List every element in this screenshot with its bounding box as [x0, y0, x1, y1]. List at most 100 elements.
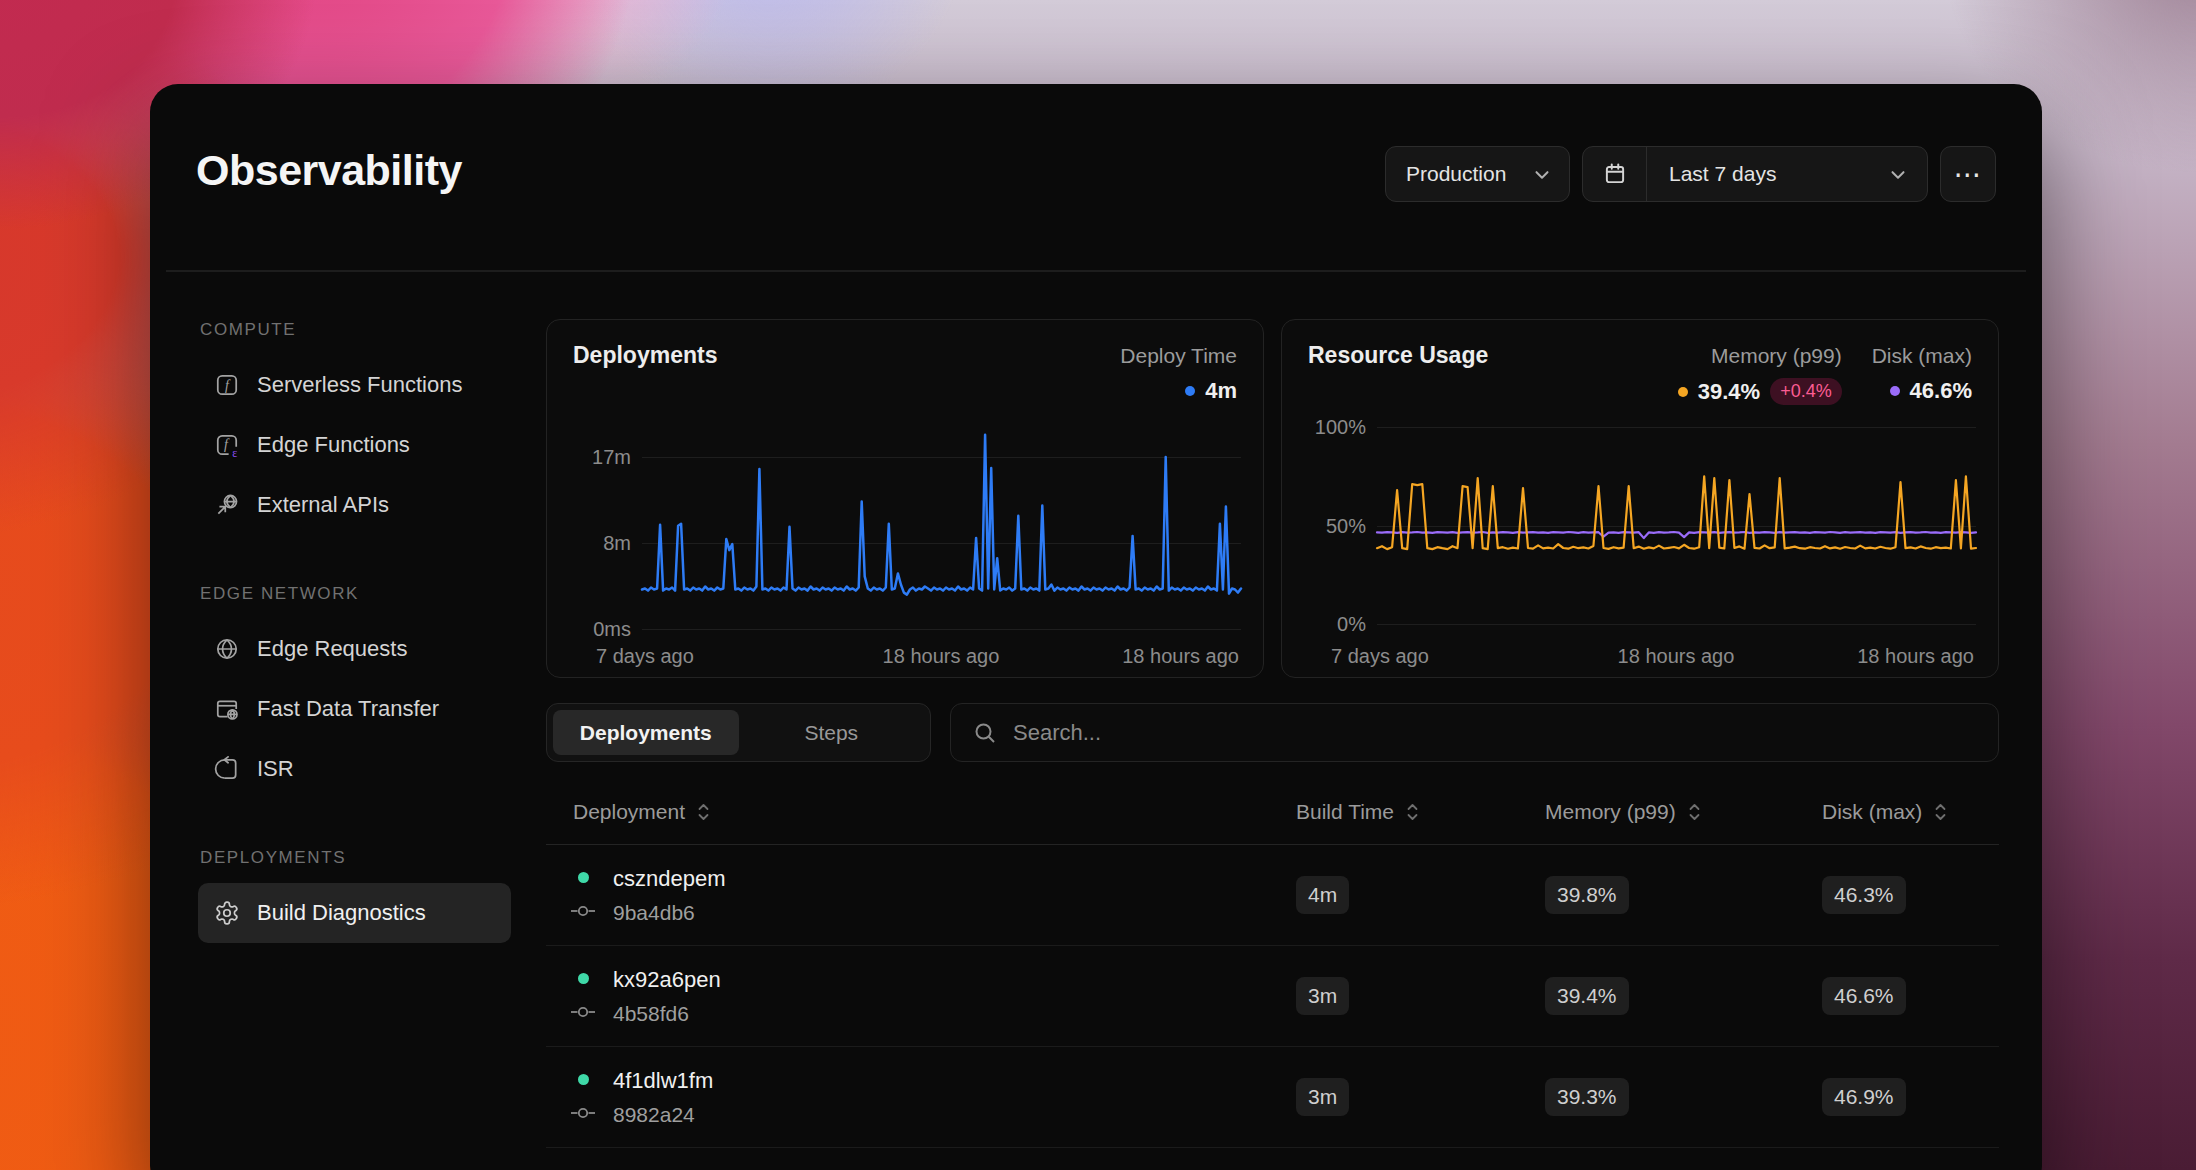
- commit-hash: 4b58fd6: [613, 1002, 689, 1026]
- table-row[interactable]: kx92a6pen 4b58fd6 3m 39.4% 46.6%: [546, 946, 1999, 1047]
- memory-chip: 39.4%: [1545, 977, 1629, 1015]
- column-header-build-time[interactable]: Build Time: [1296, 800, 1419, 824]
- calendar-button[interactable]: [1583, 147, 1647, 201]
- environment-label: Production: [1406, 162, 1506, 186]
- deployments-table: Deployment Build Time Memory (p99) Disk …: [546, 779, 1999, 1148]
- sidebar-item-isr[interactable]: ISR: [198, 739, 511, 799]
- external-apis-icon: [214, 492, 240, 518]
- legend-label-disk: Disk (max): [1872, 344, 1972, 368]
- deployments-chart-card: Deployments Deploy Time 4m 17m 8m 0ms 7 …: [546, 319, 1264, 678]
- x-tick: 7 days ago: [596, 645, 694, 668]
- deploy-time-dot: [1185, 386, 1195, 396]
- chevron-down-icon: [1887, 163, 1909, 185]
- sidebar-item-external-apis[interactable]: External APIs: [198, 475, 511, 535]
- column-header-disk[interactable]: Disk (max): [1822, 800, 1947, 824]
- memory-dot: [1678, 387, 1688, 397]
- legend-value: 4m: [1205, 378, 1237, 404]
- header-divider: [166, 270, 2026, 272]
- y-tick: 17m: [561, 446, 631, 469]
- serverless-functions-icon: f: [214, 372, 240, 398]
- search-icon: [973, 721, 997, 745]
- y-tick: 8m: [561, 532, 631, 555]
- svg-text:ε: ε: [232, 446, 237, 458]
- resource-usage-line-chart: [1377, 427, 1976, 624]
- memory-chip: 39.8%: [1545, 876, 1629, 914]
- sidebar-item-build-diagnostics[interactable]: Build Diagnostics: [198, 883, 511, 943]
- observability-panel: Observability Production Last 7 days ⋯ C…: [150, 84, 2042, 1170]
- resource-usage-chart-card: Resource Usage Memory (p99) 39.4% +0.4% D…: [1281, 319, 1999, 678]
- table-header: Deployment Build Time Memory (p99) Disk …: [546, 779, 1999, 845]
- build-time-chip: 3m: [1296, 1078, 1349, 1116]
- commit-hash: 8982a24: [613, 1103, 695, 1127]
- disk-chip: 46.3%: [1822, 876, 1906, 914]
- svg-text:f: f: [225, 377, 231, 393]
- commit-icon: [569, 901, 597, 921]
- deploy-time-line-chart: [642, 429, 1241, 629]
- commit-icon: [569, 1002, 597, 1022]
- status-dot: [578, 1074, 589, 1085]
- build-time-chip: 4m: [1296, 876, 1349, 914]
- sort-icon: [697, 801, 710, 823]
- card-title: Deployments: [573, 342, 717, 369]
- disk-dot: [1890, 386, 1900, 396]
- sidebar: COMPUTE f Serverless Functions fε Edge F…: [198, 320, 511, 943]
- sidebar-section-compute: COMPUTE: [200, 320, 511, 340]
- date-range-label: Last 7 days: [1647, 162, 1887, 186]
- y-tick: 0ms: [561, 618, 631, 641]
- search-placeholder: Search...: [1013, 720, 1101, 746]
- environment-dropdown[interactable]: Production: [1385, 146, 1570, 202]
- search-input[interactable]: Search...: [950, 703, 1999, 762]
- sort-icon: [1406, 801, 1419, 823]
- edge-functions-icon: fε: [214, 432, 240, 458]
- table-row[interactable]: cszndepem 9ba4db6 4m 39.8% 46.3%: [546, 845, 1999, 946]
- sidebar-item-edge-functions[interactable]: fε Edge Functions: [198, 415, 511, 475]
- build-time-chip: 3m: [1296, 977, 1349, 1015]
- card-title: Resource Usage: [1308, 342, 1488, 369]
- calendar-icon: [1602, 161, 1628, 187]
- table-tabs: Deployments Steps: [546, 703, 931, 762]
- y-tick: 0%: [1296, 613, 1366, 636]
- table-row[interactable]: 4f1dlw1fm 8982a24 3m 39.3% 46.9%: [546, 1047, 1999, 1148]
- y-tick: 100%: [1296, 416, 1366, 439]
- y-tick: 50%: [1296, 515, 1366, 538]
- x-tick: 18 hours ago: [1857, 645, 1974, 668]
- disk-chip: 46.6%: [1822, 977, 1906, 1015]
- sidebar-section-edge-network: EDGE NETWORK: [200, 584, 511, 604]
- status-dot: [578, 872, 589, 883]
- gridline: [1377, 624, 1976, 625]
- sort-icon: [1688, 801, 1701, 823]
- memory-chip: 39.3%: [1545, 1078, 1629, 1116]
- globe-icon: [214, 636, 240, 662]
- sidebar-section-deployments: DEPLOYMENTS: [200, 848, 511, 868]
- column-header-deployment[interactable]: Deployment: [573, 800, 710, 824]
- disk-chip: 46.9%: [1822, 1078, 1906, 1116]
- date-range-picker[interactable]: Last 7 days: [1582, 146, 1928, 202]
- column-header-memory[interactable]: Memory (p99): [1545, 800, 1701, 824]
- legend-label-memory: Memory (p99): [1711, 344, 1842, 368]
- chevron-down-icon: [1531, 163, 1553, 185]
- sidebar-item-fast-data-transfer[interactable]: Fast Data Transfer: [198, 679, 511, 739]
- gridline: [642, 629, 1241, 630]
- commit-icon: [569, 1103, 597, 1123]
- gear-icon: [214, 900, 240, 926]
- tab-steps[interactable]: Steps: [739, 710, 925, 755]
- sort-icon: [1934, 801, 1947, 823]
- status-dot: [578, 973, 589, 984]
- x-tick: 18 hours ago: [1122, 645, 1239, 668]
- more-options-button[interactable]: ⋯: [1940, 146, 1996, 202]
- deployment-name: cszndepem: [613, 866, 726, 892]
- deployment-name: 4f1dlw1fm: [613, 1068, 713, 1094]
- sidebar-item-edge-requests[interactable]: Edge Requests: [198, 619, 511, 679]
- ellipsis-icon: ⋯: [1954, 158, 1983, 191]
- fast-data-transfer-icon: [214, 696, 240, 722]
- tab-deployments[interactable]: Deployments: [553, 710, 739, 755]
- x-tick: 18 hours ago: [881, 645, 1001, 668]
- x-tick: 18 hours ago: [1616, 645, 1736, 668]
- memory-value: 39.4%: [1698, 379, 1760, 405]
- legend-label: Deploy Time: [1120, 344, 1237, 368]
- page-title: Observability: [196, 146, 462, 195]
- sidebar-item-serverless-functions[interactable]: f Serverless Functions: [198, 355, 511, 415]
- commit-hash: 9ba4db6: [613, 901, 695, 925]
- memory-delta-badge: +0.4%: [1770, 378, 1842, 405]
- x-tick: 7 days ago: [1331, 645, 1429, 668]
